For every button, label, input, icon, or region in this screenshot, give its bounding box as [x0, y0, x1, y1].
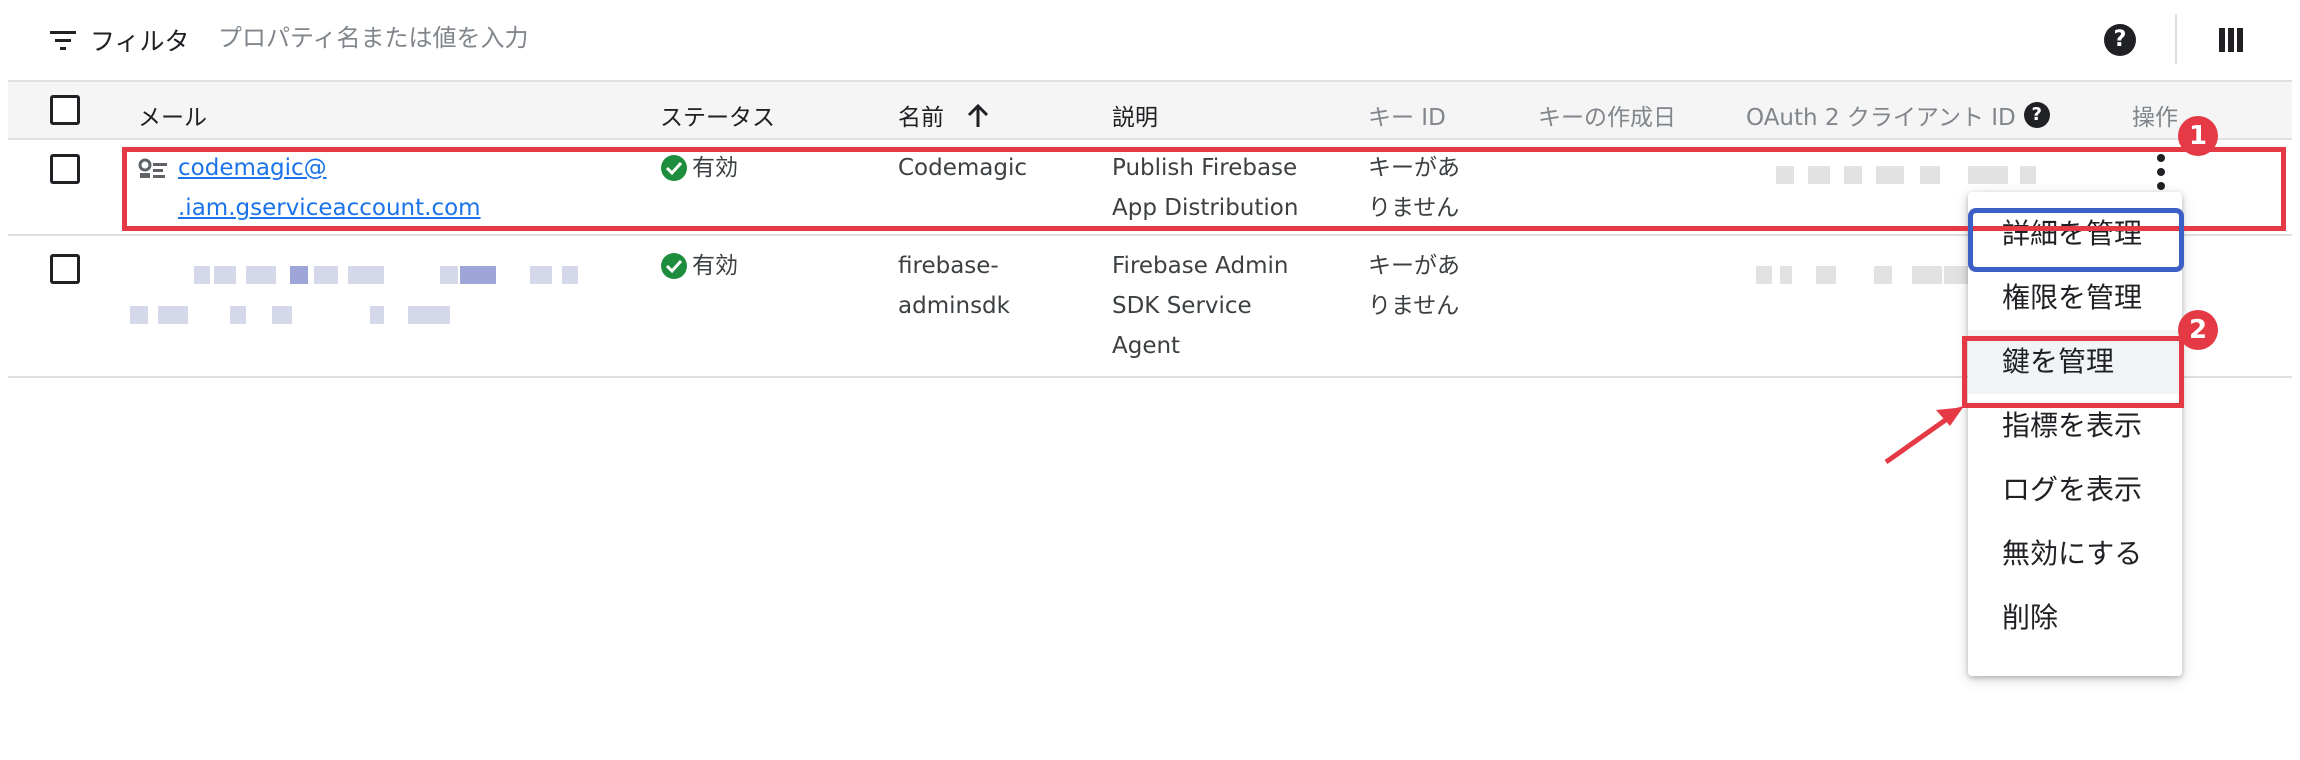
email-link-redacted[interactable]: ​ [327, 148, 447, 188]
column-header-oauth[interactable]: OAuth 2 クライアント ID ? [1746, 98, 2050, 132]
row-checkbox[interactable] [50, 154, 80, 184]
menu-item-delete[interactable]: 削除 [1968, 586, 2182, 650]
toolbar-divider [2175, 14, 2177, 64]
column-header-status[interactable]: ステータス [660, 98, 775, 132]
email-link-line2[interactable]: ​.iam.gserviceaccount.com [138, 188, 481, 228]
column-header-actions: 操作 [2132, 105, 2178, 131]
help-icon[interactable]: ? [2023, 102, 2050, 128]
email-link-redacted[interactable]: ​ [138, 188, 178, 228]
sort-ascending-icon[interactable] [965, 103, 991, 129]
email-link-part2[interactable]: .iam.gserviceaccount.com [178, 195, 481, 221]
service-account-icon [138, 158, 167, 178]
description-line2: App Distribution [1112, 195, 1299, 221]
check-circle-icon [661, 253, 687, 279]
row-checkbox[interactable] [50, 254, 80, 284]
email-link-part1[interactable]: codemagic@ [178, 155, 327, 181]
column-header-name[interactable]: 名前 [898, 98, 991, 132]
check-circle-icon [661, 155, 687, 181]
menu-item-manage-keys[interactable]: 鍵を管理 [1968, 330, 2182, 394]
column-header-email[interactable]: メール [138, 98, 207, 132]
key-id-line2: りません [1368, 293, 1460, 319]
column-header-oauth-label: OAuth 2 クライアント ID [1746, 105, 2016, 131]
account-name-line2: adminsdk [898, 293, 1010, 319]
description-line2: SDK Service [1112, 293, 1252, 319]
menu-item-manage-details[interactable]: 詳細を管理 [1968, 202, 2182, 266]
status-badge: 有効 [660, 148, 738, 188]
key-id-line2: りません [1368, 195, 1460, 221]
menu-item-manage-permissions[interactable]: 権限を管理 [1968, 266, 2182, 330]
filter-icon[interactable] [48, 28, 78, 52]
table-row[interactable]: codemagic@​ ​.iam.gserviceaccount.com 有効… [8, 140, 2292, 236]
filter-input[interactable] [218, 18, 1118, 58]
table-row[interactable]: 有効 firebase- adminsdk Firebase Admin SDK… [8, 236, 2292, 378]
table-toolbar: フィルタ ? [0, 0, 2300, 80]
description-line1: Firebase Admin [1112, 253, 1289, 279]
column-header-key-created[interactable]: キーの作成日 [1538, 98, 1676, 132]
menu-item-view-metrics[interactable]: 指標を表示 [1968, 394, 2182, 458]
status-badge: 有効 [660, 246, 738, 286]
menu-item-disable[interactable]: 無効にする [1968, 522, 2182, 586]
annotation-badge-1: 1 [2178, 116, 2218, 156]
description-line3: Agent [1112, 333, 1181, 359]
key-id-line1: キーがあ [1368, 253, 1460, 279]
menu-item-view-logs[interactable]: ログを表示 [1968, 458, 2182, 522]
account-name-line1: firebase- [898, 253, 999, 279]
row-actions-kebab-icon[interactable] [2154, 152, 2168, 192]
account-name: Codemagic [898, 155, 1028, 181]
column-header-name-label: 名前 [898, 105, 944, 131]
column-display-icon[interactable] [2218, 27, 2244, 53]
column-header-description[interactable]: 説明 [1112, 98, 1158, 132]
filter-label[interactable]: フィルタ [90, 22, 190, 58]
status-text: 有効 [692, 253, 738, 279]
status-text: 有効 [692, 155, 738, 181]
table-header: メール ステータス 名前 説明 キー ID キーの作成日 OAuth 2 クライ… [8, 80, 2292, 140]
row-actions-menu: 詳細を管理 権限を管理 鍵を管理 指標を表示 ログを表示 無効にする 削除 [1968, 192, 2182, 676]
help-icon[interactable]: ? [2104, 24, 2136, 56]
annotation-badge-2: 2 [2178, 310, 2218, 350]
annotation-arrow-icon [1884, 406, 1964, 465]
description-line1: Publish Firebase [1112, 155, 1298, 181]
column-header-key-id[interactable]: キー ID [1368, 98, 1446, 132]
key-id-line1: キーがあ [1368, 155, 1460, 181]
email-link-line1[interactable]: codemagic@​ [178, 148, 447, 188]
select-all-checkbox[interactable] [50, 95, 80, 125]
